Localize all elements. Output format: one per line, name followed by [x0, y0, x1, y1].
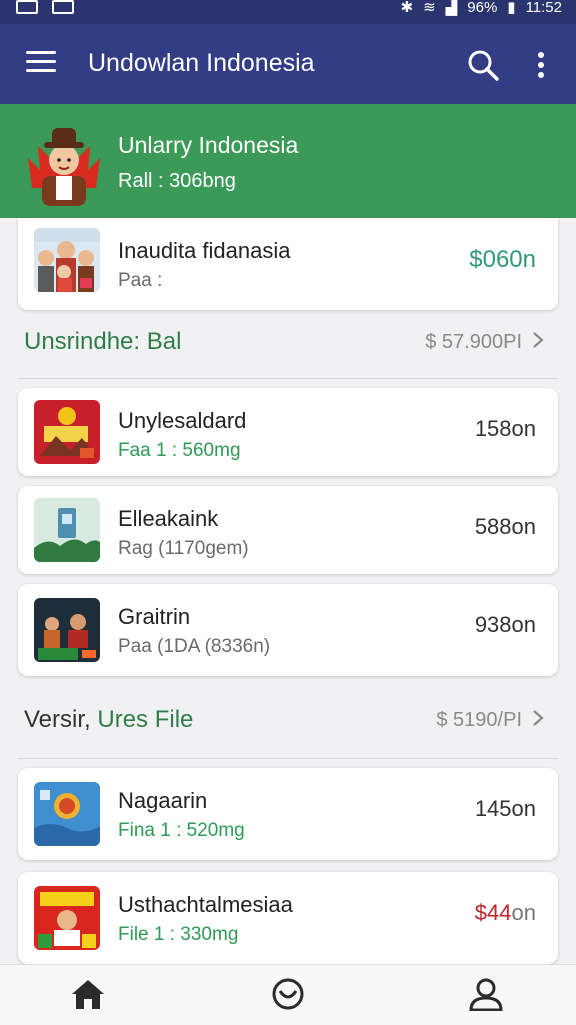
featured-card[interactable]: Inaudita fidanasia Paa : $060n	[18, 218, 558, 310]
gallery-notification-icon	[16, 0, 38, 14]
featured-price: $060n	[469, 246, 536, 273]
item-sub: File 1 : 330mg	[118, 924, 239, 945]
item-name: Graitrin	[118, 604, 191, 629]
list-item[interactable]: Nagaarin Fina 1 : 520mg 145on	[18, 768, 558, 860]
item-price-red: $44	[474, 900, 512, 925]
nav-home[interactable]	[68, 977, 108, 1025]
section-title-2-dark: Versir,	[24, 706, 91, 733]
list-item[interactable]: Unylesaldard Faa 1 : 560mg 158on	[18, 388, 558, 476]
clock: 11:52	[525, 0, 562, 16]
battery-icon: ▮	[507, 0, 516, 16]
item-price: 938on	[474, 612, 536, 637]
list-item[interactable]: Graitrin Paa (1DA (8336n) 938on	[18, 584, 558, 676]
item-name: Nagaarin	[118, 788, 208, 813]
item-sub: Faa 1 : 560mg	[118, 440, 241, 461]
section-meta-2: $ 5190/PI	[436, 709, 522, 731]
more-vert-icon[interactable]	[530, 50, 552, 80]
search-icon[interactable]	[466, 48, 500, 82]
status-icons-left	[16, 0, 74, 14]
item-price: 158on	[474, 416, 536, 441]
family-thumbnail	[34, 228, 100, 292]
chevron-right-icon[interactable]	[530, 708, 546, 728]
list-item[interactable]: Elleakaink Rag (1170gem) 588on	[18, 486, 558, 574]
bottom-navigation	[0, 964, 576, 1025]
profile-banner[interactable]: Unlarry Indonesia Rall : 306bng	[0, 104, 576, 218]
section-divider-2	[18, 758, 558, 759]
list-item[interactable]: Usthachtalmesiaa File 1 : 330mg $44on	[18, 872, 558, 964]
chevron-right-icon[interactable]	[530, 330, 546, 350]
item-price: 145on	[474, 796, 536, 821]
app-bar: Undowlan Indonesia	[0, 24, 576, 104]
bluetooth-icon: ✱	[400, 0, 414, 16]
status-icons-right: ✱ ≋ ▟ 96% ▮ 11:52	[400, 0, 562, 16]
section-title-2-green: Ures File	[97, 706, 194, 733]
nav-messages[interactable]	[268, 977, 308, 1025]
featured-name: Inaudita fidanasia	[118, 238, 291, 263]
app-title: Undowlan Indonesia	[88, 49, 315, 77]
wifi-icon: ≋	[423, 0, 436, 16]
item-thumbnail	[34, 498, 100, 562]
status-bar: ✱ ≋ ▟ 96% ▮ 11:52	[0, 0, 576, 24]
section-header-2[interactable]: Versir, Ures File $ 5190/PI	[24, 700, 552, 740]
home-icon	[72, 980, 104, 1009]
section-header-1[interactable]: Unsrindhe: Bal $ 57.900PI	[24, 322, 552, 362]
featured-sub: Paa :	[118, 270, 163, 291]
item-price-rest: on	[511, 900, 536, 925]
item-thumbnail	[34, 598, 100, 662]
battery-level: 96%	[467, 0, 498, 16]
profile-icon	[469, 978, 503, 1012]
item-price: $44on	[475, 900, 536, 926]
item-name: Unylesaldard	[118, 408, 247, 433]
nav-profile[interactable]	[466, 977, 506, 1025]
signal-icon: ▟	[445, 0, 458, 16]
section-title-1: Unsrindhe: Bal	[24, 328, 182, 355]
item-thumbnail	[34, 782, 100, 846]
section-title-2: Versir, Ures File	[24, 706, 193, 734]
item-sub: Fina 1 : 520mg	[118, 820, 245, 841]
section-meta-1: $ 57.900PI	[425, 331, 522, 353]
item-sub: Paa (1DA (8336n)	[118, 636, 271, 657]
app-notification-icon	[52, 0, 74, 14]
item-sub: Rag (1170gem)	[118, 538, 249, 559]
item-thumbnail	[34, 400, 100, 464]
menu-icon[interactable]	[26, 51, 56, 77]
chat-icon	[272, 978, 304, 1010]
item-price: 588on	[474, 514, 536, 539]
item-name: Usthachtalmesiaa	[118, 892, 293, 917]
item-name: Elleakaink	[118, 506, 219, 531]
banner-title: Unlarry Indonesia	[118, 132, 299, 158]
character-avatar	[28, 128, 100, 206]
section-divider-1	[18, 378, 558, 379]
item-thumbnail	[34, 886, 100, 950]
banner-subtitle: Rall : 306bng	[118, 170, 236, 192]
